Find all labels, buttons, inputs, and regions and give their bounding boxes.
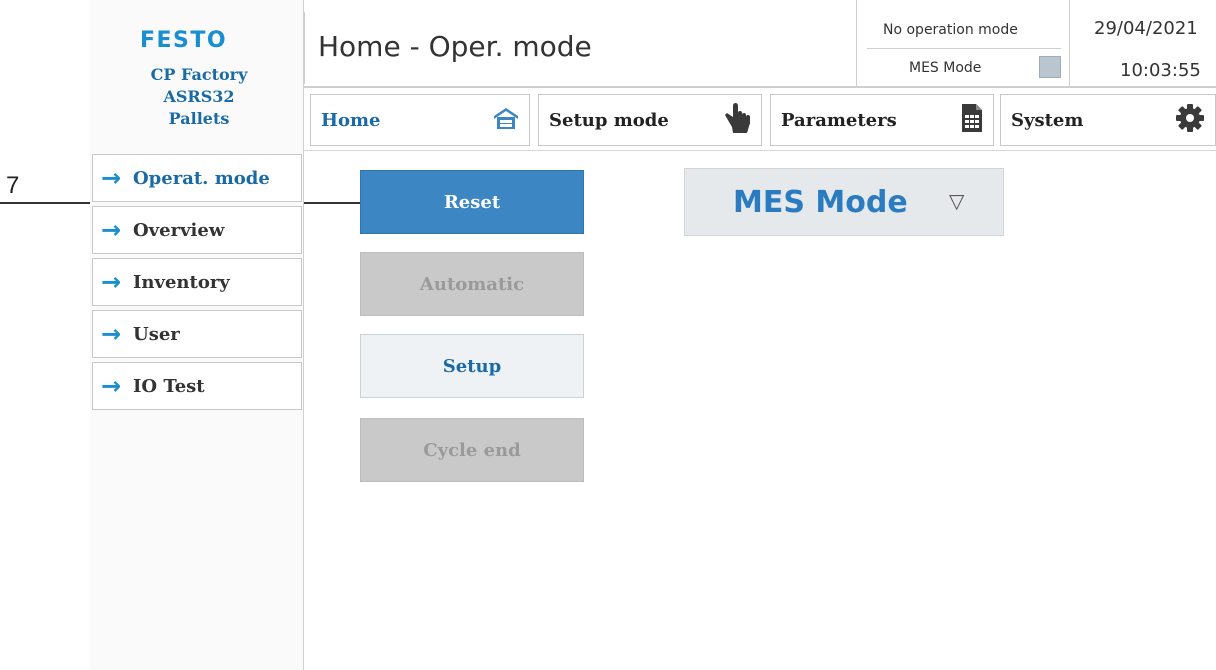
festo-logo: FESTO [140, 28, 228, 53]
nav-item-overview[interactable]: → Overview [92, 206, 302, 254]
arrow-right-icon: → [101, 320, 122, 348]
time-display: 10:03:55 [1120, 60, 1201, 81]
mode-select-value: MES Mode [733, 185, 908, 220]
station-name: CP Factory ASRS32 Pallets [108, 64, 290, 130]
status-separator [867, 48, 1061, 49]
nav-item-label: Overview [133, 219, 225, 241]
chevron-down-icon: ▽ [949, 189, 965, 213]
nav-item-label: IO Test [133, 375, 205, 397]
mes-mode-label: MES Mode [909, 60, 982, 76]
tab-home-label: Home [321, 109, 381, 131]
arrow-right-icon: → [101, 216, 122, 244]
tab-setup-mode[interactable]: Setup mode [538, 94, 762, 146]
nav-item-operat-mode[interactable]: → Operat. mode [92, 154, 302, 202]
nav-item-inventory[interactable]: → Inventory [92, 258, 302, 306]
side-nav: → Operat. mode → Overview → Inventory → … [92, 154, 302, 414]
tab-system-label: System [1011, 109, 1084, 131]
tab-home[interactable]: Home [310, 94, 530, 146]
nav-item-user[interactable]: → User [92, 310, 302, 358]
nav-item-label: Operat. mode [133, 167, 270, 189]
spreadsheet-icon [961, 103, 983, 138]
nav-item-io-test[interactable]: → IO Test [92, 362, 302, 410]
hand-pointer-icon [723, 101, 751, 140]
nav-item-label: User [133, 323, 180, 345]
arrow-right-icon: → [101, 164, 122, 192]
arrow-right-icon: → [101, 268, 122, 296]
mode-select[interactable]: MES Mode ▽ [684, 168, 1004, 236]
mes-mode-indicator [1039, 56, 1061, 78]
date-display: 29/04/2021 [1094, 18, 1198, 39]
tab-system[interactable]: System [1000, 94, 1216, 146]
callout-number: 7 [6, 172, 20, 199]
tab-parameters[interactable]: Parameters [770, 94, 994, 146]
header-divider [304, 12, 305, 84]
operation-status: No operation mode [883, 22, 1018, 38]
home-icon [493, 105, 519, 136]
tab-separator [304, 150, 1216, 151]
arrow-right-icon: → [101, 372, 122, 400]
gear-icon [1175, 103, 1205, 138]
header-rule [304, 86, 1216, 88]
station-line-3: Pallets [168, 109, 230, 128]
automatic-button[interactable]: Automatic [360, 252, 584, 316]
page-title: Home - Oper. mode [318, 30, 592, 63]
nav-item-label: Inventory [133, 271, 230, 293]
tab-setup-label: Setup mode [549, 109, 669, 131]
station-line-2: ASRS32 [163, 87, 235, 106]
status-box: No operation mode MES Mode [856, 0, 1070, 86]
cycle-end-button[interactable]: Cycle end [360, 418, 584, 482]
station-line-1: CP Factory [150, 65, 248, 84]
tab-parameters-label: Parameters [781, 109, 897, 131]
setup-button[interactable]: Setup [360, 334, 584, 398]
reset-button[interactable]: Reset [360, 170, 584, 234]
